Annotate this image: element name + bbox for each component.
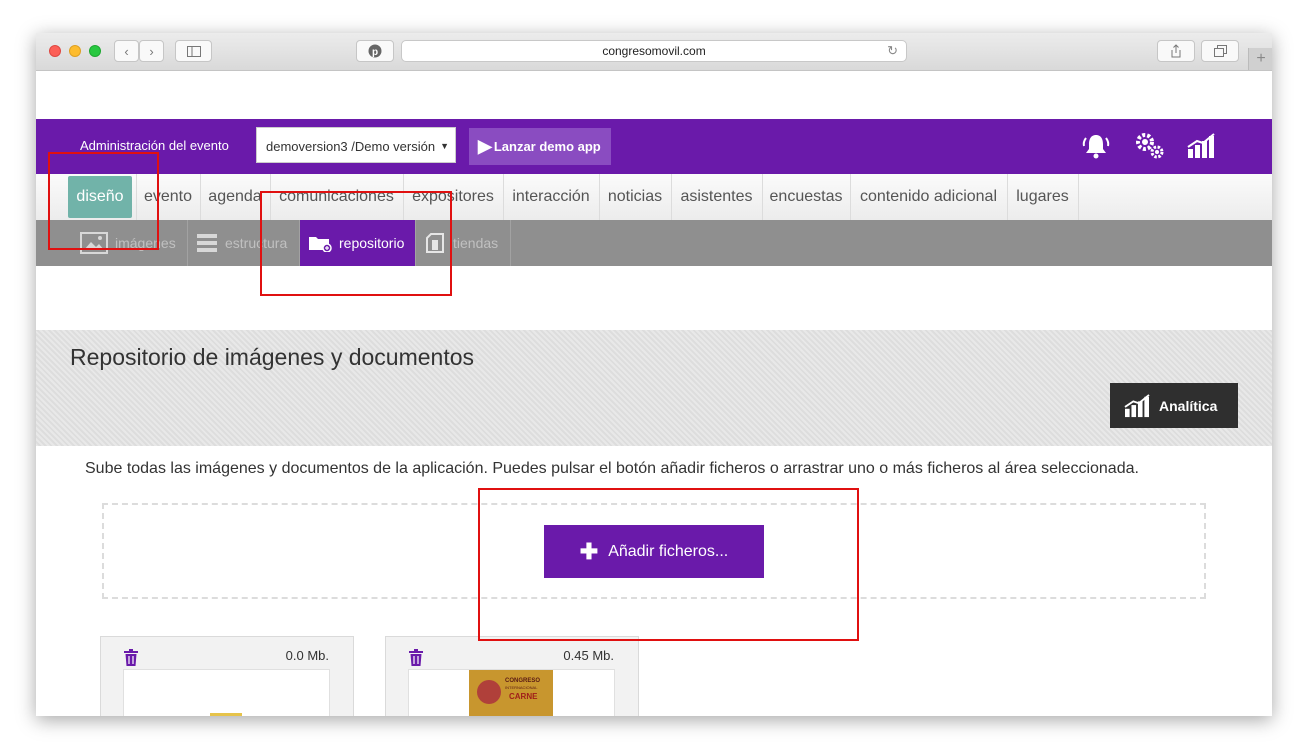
subnav-item-label: imágenes — [115, 235, 176, 251]
nav-item-encuestas[interactable]: encuestas — [762, 174, 851, 220]
forward-button[interactable]: › — [139, 40, 164, 62]
stack-icon — [197, 234, 217, 252]
image-icon — [80, 232, 108, 254]
nav-item-noticias[interactable]: noticias — [599, 174, 672, 220]
chevron-left-icon: ‹ — [124, 43, 129, 59]
subnav-item-label: repositorio — [339, 235, 405, 251]
nav-item-label: interacción — [512, 188, 590, 205]
sidebar-icon — [186, 45, 201, 57]
nav-item-agenda[interactable]: agenda — [200, 174, 271, 220]
nav-item-label: evento — [143, 188, 193, 205]
globe-logo-icon — [477, 680, 501, 704]
congress-logo-thumbnail: CONGRESO INTERNACIONAL CARNE — [469, 670, 553, 716]
page-title: Repositorio de imágenes y documentos — [70, 344, 475, 370]
plus-icon: + — [1256, 50, 1266, 67]
nav-item-label: agenda — [208, 188, 262, 205]
app-header: Administración del evento demoversion3 /… — [36, 119, 1272, 174]
analytics-button[interactable]: Analítica — [1110, 383, 1238, 428]
file-thumbnail[interactable] — [123, 669, 330, 716]
analytics-header-button[interactable] — [1184, 131, 1218, 161]
nav-item-label: lugares — [1016, 188, 1069, 205]
event-select-value: demoversion3 /Demo versión — [266, 139, 436, 154]
plus-icon: ✚ — [579, 538, 599, 564]
thumbnail-text-line: CONGRESO — [505, 678, 541, 684]
reload-icon[interactable]: ↻ — [887, 41, 898, 61]
chevron-right-icon: › — [149, 43, 154, 59]
bar-chart-icon — [1124, 393, 1150, 417]
bell-icon — [1082, 135, 1110, 159]
add-files-label: Añadir ficheros... — [608, 542, 729, 560]
browser-window: ‹ › p congresomovil.com ↻ + Administraci… — [36, 33, 1272, 716]
nav-item-label: noticias — [607, 188, 663, 205]
admin-label: Administración del evento — [80, 138, 229, 153]
thumbnail-text-line: INTERNACIONAL — [505, 685, 538, 690]
subnav-item-label: estructura — [225, 235, 288, 251]
subnav-item-label: tiendas — [453, 235, 499, 251]
launch-demo-app-label: Lanzar demo app — [493, 139, 601, 154]
notifications-button[interactable] — [1079, 131, 1113, 161]
page-banner: Repositorio de imágenes y documentos Ana… — [36, 330, 1272, 446]
pinterest-icon: p — [368, 44, 382, 58]
zoom-window-button[interactable] — [89, 45, 101, 57]
file-card: 0.45 Mb. CONGRESO INTERNACIONAL CARNE — [385, 636, 639, 716]
close-window-button[interactable] — [49, 45, 61, 57]
browser-toolbar: ‹ › p congresomovil.com ↻ — [36, 33, 1272, 71]
pinterest-button[interactable]: p — [356, 40, 394, 62]
sub-nav: imágenes estructura repositorio tiendas — [36, 220, 1272, 266]
nav-item-label: encuestas — [769, 188, 843, 205]
gears-icon — [1136, 133, 1164, 159]
address-bar[interactable]: congresomovil.com ↻ — [401, 40, 907, 62]
file-size: 0.0 Mb. — [285, 648, 329, 663]
tabs-overview-button[interactable] — [1201, 40, 1239, 62]
nav-item-lugares[interactable]: lugares — [1007, 174, 1079, 220]
folder-add-icon — [309, 237, 332, 252]
launch-demo-app-button[interactable]: ▶ Lanzar demo app — [469, 128, 611, 165]
file-size: 0.45 Mb. — [563, 648, 614, 663]
tabs-icon — [1213, 45, 1227, 57]
select-caret-icon: ▼ — [440, 141, 449, 151]
file-card: 0.0 Mb. — [100, 636, 354, 716]
share-icon — [1171, 44, 1181, 58]
nav-item-label: contenido adicional — [860, 188, 997, 205]
event-select[interactable]: demoversion3 /Demo versión ▼ — [256, 127, 456, 163]
new-tab-button[interactable]: + — [1248, 48, 1272, 70]
nav-item-diseno[interactable]: diseño — [64, 174, 137, 220]
trash-icon[interactable] — [123, 649, 139, 667]
nav-item-label: diseño — [68, 176, 132, 218]
main-nav: diseño evento agenda comunicaciones expo… — [36, 174, 1272, 221]
svg-text:p: p — [372, 47, 378, 58]
share-button[interactable] — [1157, 40, 1195, 62]
trash-icon[interactable] — [408, 649, 424, 667]
url-text: congresomovil.com — [602, 44, 706, 58]
bar-chart-icon — [1187, 133, 1215, 158]
subnav-item-estructura[interactable]: estructura — [188, 220, 300, 266]
back-button[interactable]: ‹ — [114, 40, 139, 62]
subnav-item-tiendas[interactable]: tiendas — [416, 220, 511, 266]
nav-item-label: expositores — [412, 188, 494, 205]
thumbnail-text-line: CARNE — [509, 692, 538, 701]
minimize-window-button[interactable] — [69, 45, 81, 57]
upload-instructions: Sube todas las imágenes y documentos de … — [85, 460, 1139, 477]
play-icon: ▶ — [478, 136, 492, 156]
nav-item-contenido-adicional[interactable]: contenido adicional — [850, 174, 1008, 220]
store-icon — [426, 233, 444, 253]
sidebar-button[interactable] — [175, 40, 212, 62]
nav-item-evento[interactable]: evento — [136, 174, 201, 220]
add-files-button[interactable]: ✚ Añadir ficheros... — [544, 525, 764, 578]
thumbnail-image — [210, 713, 242, 716]
nav-item-comunicaciones[interactable]: comunicaciones — [270, 174, 404, 220]
file-thumbnail[interactable]: CONGRESO INTERNACIONAL CARNE — [408, 669, 615, 716]
nav-item-expositores[interactable]: expositores — [403, 174, 504, 220]
nav-item-label: asistentes — [680, 188, 753, 205]
settings-button[interactable] — [1133, 131, 1167, 161]
nav-item-label: comunicaciones — [279, 188, 394, 205]
subnav-item-imagenes[interactable]: imágenes — [72, 220, 188, 266]
subnav-item-repositorio[interactable]: repositorio — [300, 220, 416, 266]
nav-item-asistentes[interactable]: asistentes — [671, 174, 763, 220]
analytics-button-label: Analítica — [1159, 397, 1218, 414]
nav-item-interaccion[interactable]: interacción — [503, 174, 600, 220]
